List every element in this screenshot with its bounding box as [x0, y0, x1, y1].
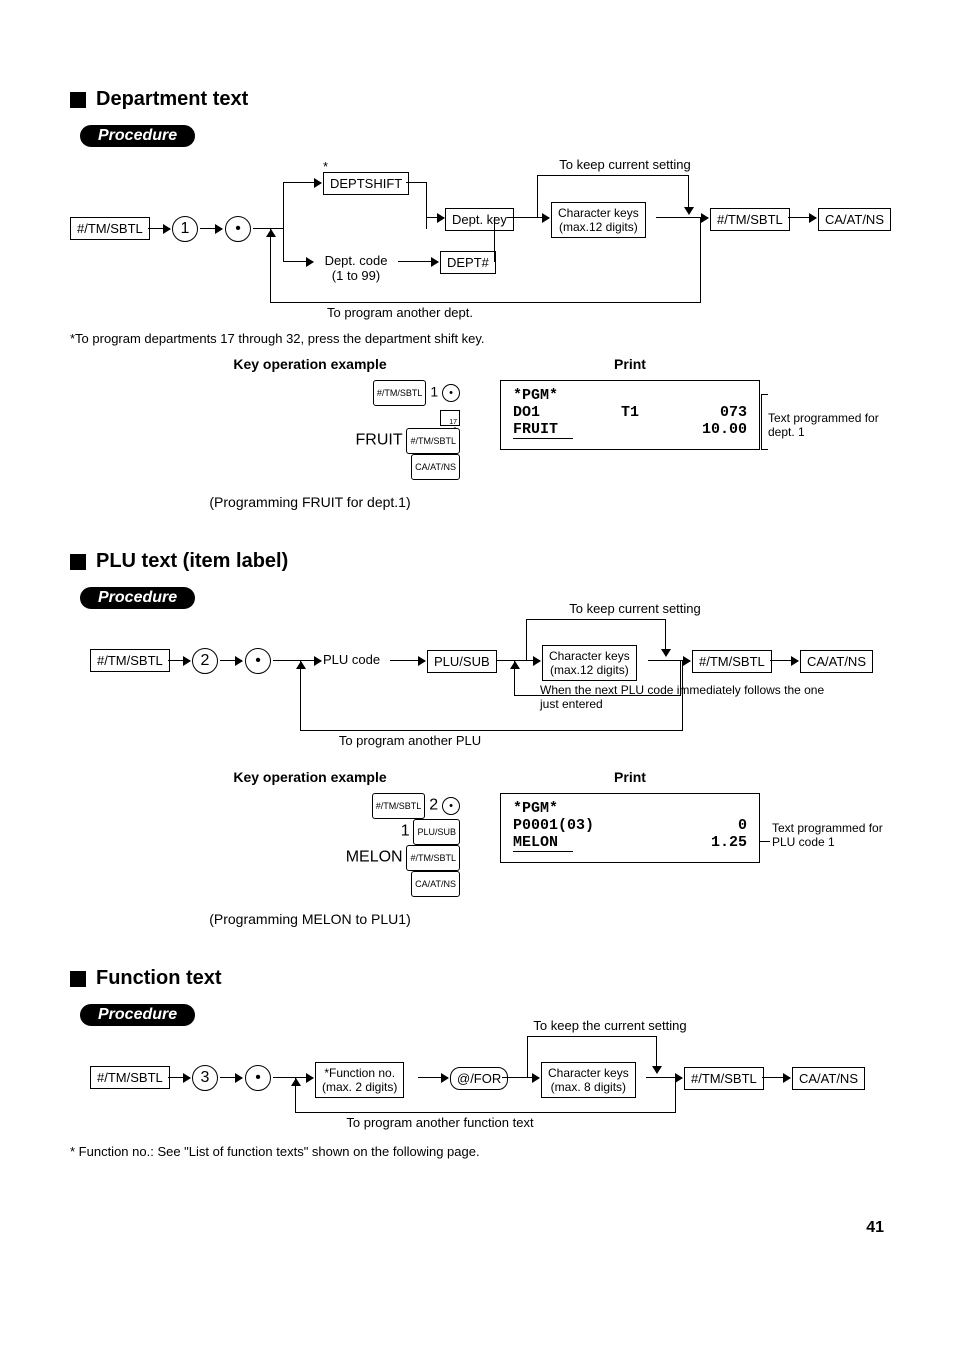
key-digit-1: 1: [172, 216, 198, 242]
title-text: Function text: [96, 967, 222, 990]
label-deptcode: Dept. code (1 to 99): [316, 253, 396, 283]
flow-func: To keep the current setting #/TM/SBTL 3 …: [70, 1036, 884, 1126]
key-plusub: PLU/SUB: [427, 650, 497, 673]
key-dot: •: [225, 216, 251, 242]
keyop-head: Key operation example: [160, 769, 460, 785]
key-atfor: @/FOR: [450, 1067, 508, 1090]
section-title-plu: PLU text (item label): [70, 550, 884, 573]
square-bullet-icon: [70, 554, 86, 570]
mini-sbtl: #/TM/SBTL: [373, 380, 427, 406]
keyop-head: Key operation example: [160, 356, 460, 372]
mini-sbtl2: #/TM/SBTL: [406, 428, 460, 454]
label-keep-current: To keep current setting: [540, 157, 710, 172]
receipt-dept: *PGM* DO1 T1 073 FRUIT 10.00: [500, 380, 760, 450]
key-sbtl-end: #/TM/SBTL: [710, 208, 790, 231]
procedure-pill: Procedure: [80, 125, 195, 147]
key-charkeys: Character keys (max. 8 digits): [541, 1062, 636, 1098]
key-sbtl-end: #/TM/SBTL: [692, 650, 772, 673]
key-digit-3: 3: [192, 1065, 218, 1091]
digit-2: 2: [429, 797, 438, 814]
mini-sbtl: #/TM/SBTL: [372, 793, 426, 819]
rec-l3a: MELON: [513, 834, 573, 852]
rec-l3a: FRUIT: [513, 421, 573, 439]
page-number: 41: [70, 1219, 884, 1237]
print-plu: Print *PGM* P0001(03) 0 MELON 1.25 Text …: [500, 769, 760, 863]
print-dept: Print *PGM* DO1 T1 073 FRUIT 10.00 Text …: [500, 356, 760, 450]
key-sbtl: #/TM/SBTL: [90, 649, 170, 672]
rec-l1: *PGM*: [513, 387, 747, 404]
key-depthash: DEPT#: [440, 251, 496, 274]
square-bullet-icon: [70, 92, 86, 108]
rec-l2b: T1: [621, 404, 639, 421]
label-plucode: PLU code: [323, 652, 380, 667]
key-sbtl: #/TM/SBTL: [70, 217, 150, 240]
title-text: PLU text (item label): [96, 550, 288, 573]
mini-dot: •: [442, 797, 460, 815]
section-title-dept: Department text: [70, 88, 884, 111]
print-head: Print: [500, 356, 760, 372]
receipt-plu: *PGM* P0001(03) 0 MELON 1.25: [500, 793, 760, 863]
footnote-func: * Function no.: See "List of function te…: [70, 1144, 884, 1159]
label-follow: When the next PLU code immediately follo…: [540, 683, 830, 711]
rec-l3b: 10.00: [702, 421, 747, 439]
section-title-func: Function text: [70, 967, 884, 990]
keyop-plu: Key operation example #/TM/SBTL 2 • 1 PL…: [160, 769, 460, 927]
digit-1: 1: [401, 823, 410, 840]
rec-l2a: DO1: [513, 404, 540, 421]
rec-l1: *PGM*: [513, 800, 747, 817]
label-loop: To program another PLU: [310, 733, 510, 748]
footnote-dept: *To program departments 17 through 32, p…: [70, 331, 884, 346]
key-caatns: CA/AT/NS: [792, 1067, 865, 1090]
key-dot: •: [245, 1065, 271, 1091]
mini-caat: CA/AT/NS: [411, 871, 460, 897]
text-melon: MELON: [346, 849, 403, 866]
key-deptshift: DEPTSHIFT: [323, 172, 409, 195]
mini-dept17: 17 1: [440, 410, 460, 426]
key-dot: •: [245, 648, 271, 674]
key-charkeys: Character keys (max.12 digits): [551, 202, 646, 238]
side-caption: Text programmed for dept. 1: [768, 411, 888, 439]
title-text: Department text: [96, 88, 248, 111]
mini-caat: CA/AT/NS: [411, 454, 460, 480]
mini-dot: •: [442, 384, 460, 402]
procedure-pill: Procedure: [80, 1004, 195, 1026]
mini-plusub: PLU/SUB: [413, 819, 460, 845]
side-caption: Text programmed for PLU code 1: [772, 821, 892, 849]
mini-sbtl2: #/TM/SBTL: [406, 845, 460, 871]
key-sbtl-end: #/TM/SBTL: [684, 1067, 764, 1090]
key-caatns: CA/AT/NS: [818, 208, 891, 231]
keyop-dept: Key operation example #/TM/SBTL 1 • 17 1…: [160, 356, 460, 510]
label-loop: To program another dept.: [300, 305, 500, 320]
key-deptkey: Dept. key: [445, 208, 514, 231]
rec-l2a: P0001(03): [513, 817, 594, 834]
label-keep-current: To keep current setting: [540, 601, 730, 616]
rec-l2c: 073: [720, 404, 747, 421]
label-keep-current: To keep the current setting: [500, 1018, 720, 1033]
bracket-icon: [761, 394, 768, 450]
flow-dept: #/TM/SBTL 1 • * DEPTSHIFT Dept. key Dept…: [70, 157, 884, 327]
rec-l3b: 1.25: [711, 834, 747, 852]
pointer-line: [760, 841, 770, 842]
key-digit-2: 2: [192, 648, 218, 674]
text-fruit: FRUIT: [355, 432, 402, 449]
key-sbtl: #/TM/SBTL: [90, 1066, 170, 1089]
keyop-caption: (Programming MELON to PLU1): [160, 911, 460, 927]
key-caatns: CA/AT/NS: [800, 650, 873, 673]
digit-1: 1: [430, 384, 438, 400]
square-bullet-icon: [70, 971, 86, 987]
rec-l2b: 0: [738, 817, 747, 834]
procedure-pill: Procedure: [80, 587, 195, 609]
keyop-caption: (Programming FRUIT for dept.1): [160, 494, 460, 510]
label-loop: To program another function text: [310, 1115, 570, 1130]
print-head: Print: [500, 769, 760, 785]
key-charkeys: Character keys (max.12 digits): [542, 645, 637, 681]
key-funcno: *Function no. (max. 2 digits): [315, 1062, 404, 1098]
flow-plu: To keep current setting #/TM/SBTL 2 • PL…: [70, 619, 884, 759]
